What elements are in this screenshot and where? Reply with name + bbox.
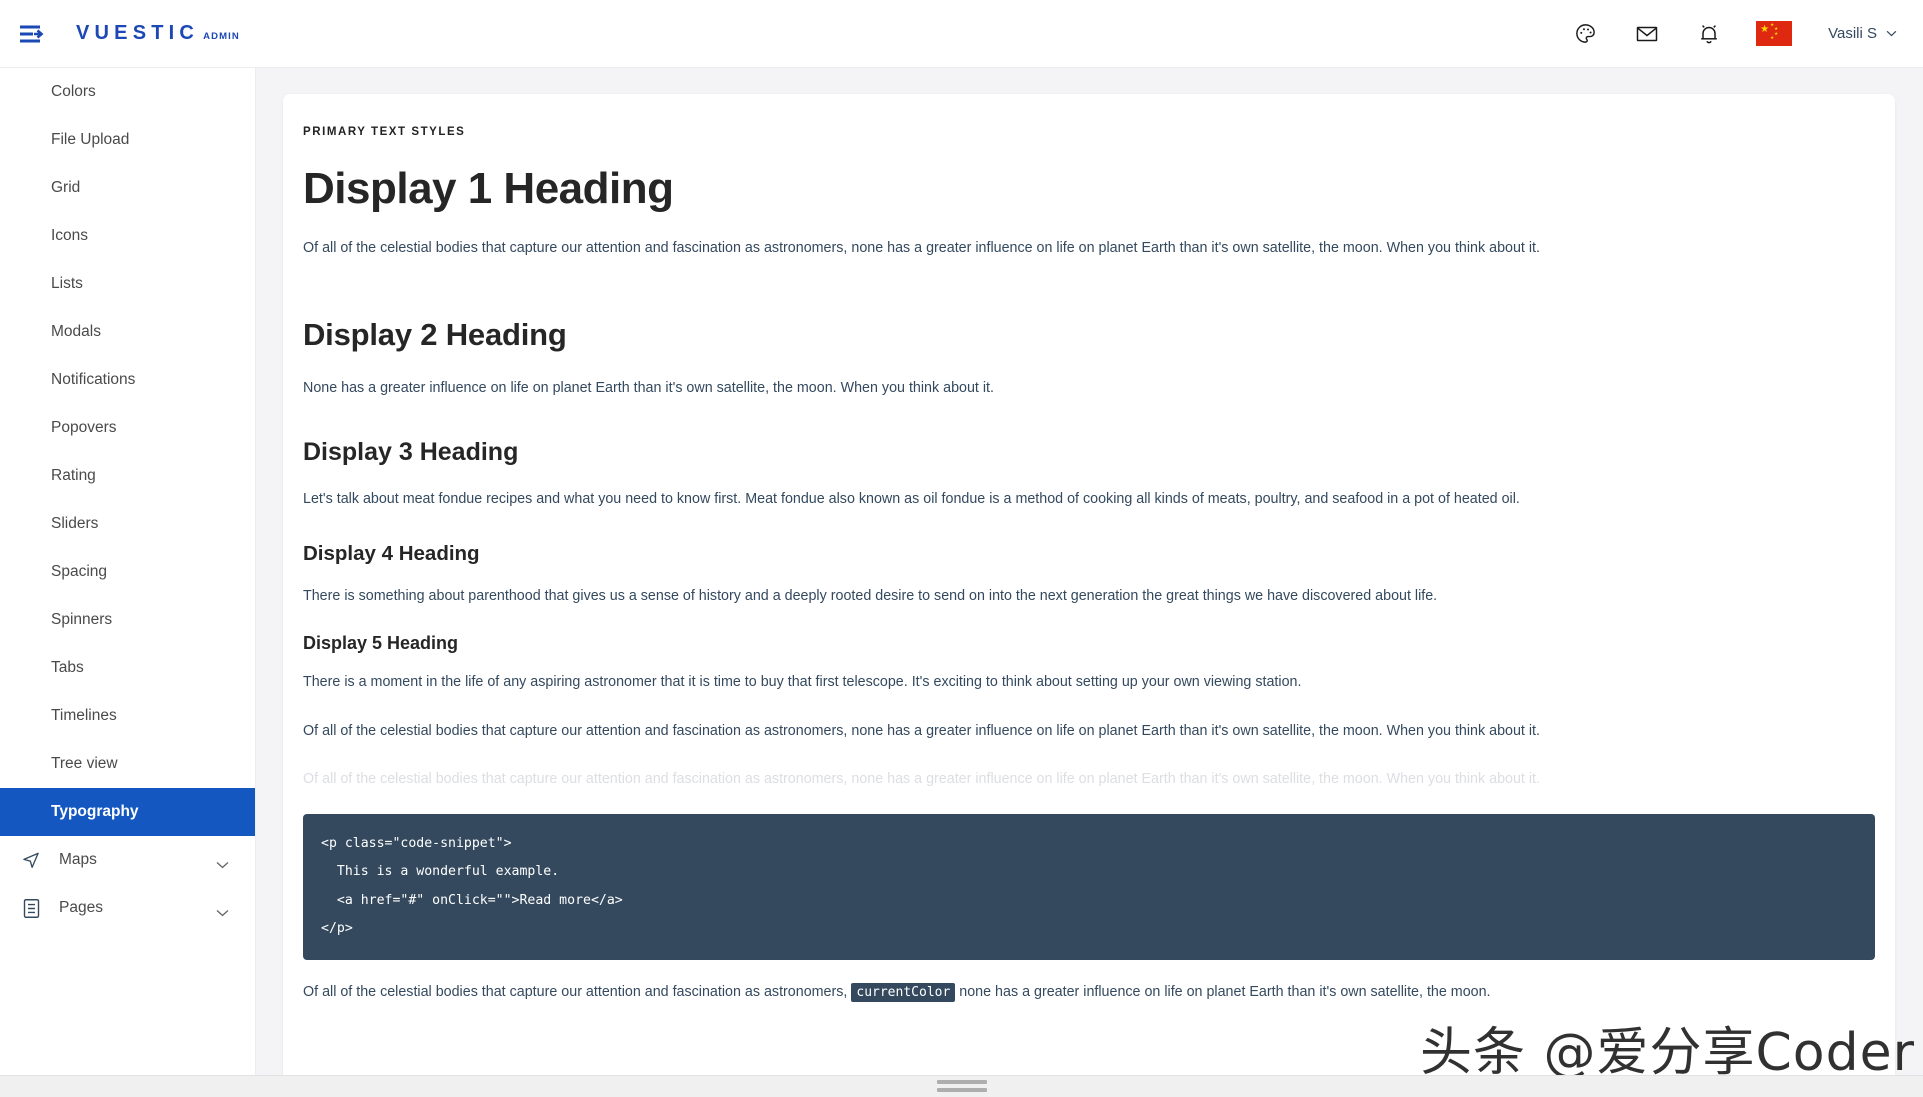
sidebar-item-grid[interactable]: Grid	[0, 164, 255, 212]
mail-icon[interactable]	[1632, 19, 1662, 49]
sidebar-item-tree-view[interactable]: Tree view	[0, 740, 255, 788]
navigation-arrow-icon	[20, 849, 42, 871]
sidebar-group-maps[interactable]: Maps	[0, 836, 255, 884]
brand-name: VUESTIC	[76, 22, 200, 44]
brand-suffix: ADMIN	[203, 31, 240, 42]
paragraph-2: None has a greater influence on life on …	[303, 379, 994, 396]
display-2-heading: Display 2 Heading	[303, 316, 567, 352]
hamburger-icon[interactable]	[16, 22, 50, 46]
paragraph-5: There is a moment in the life of any asp…	[303, 673, 1302, 690]
sidebar-item-label: Tree view	[51, 755, 118, 772]
chevron-down-icon	[216, 904, 229, 917]
display-4-heading: Display 4 Heading	[303, 542, 480, 566]
code-snippet-block: <p class="code-snippet"> This is a wonde…	[303, 814, 1875, 960]
main-content: PRIMARY TEXT STYLES Display 1 Heading Of…	[256, 68, 1923, 1097]
sidebar-item-label: Lists	[51, 275, 83, 292]
bell-icon[interactable]	[1694, 19, 1724, 49]
palette-icon[interactable]	[1570, 19, 1600, 49]
sidebar-item-label: Tabs	[51, 659, 84, 676]
sidebar-item-file-upload[interactable]: File Upload	[0, 116, 255, 164]
sidebar-item-label: File Upload	[51, 131, 130, 148]
sidebar-item-label: Spacing	[51, 563, 108, 580]
current-color-tag: currentColor	[851, 982, 956, 1002]
display-3-heading: Display 3 Heading	[303, 438, 519, 467]
sidebar-item-label: Timelines	[51, 707, 117, 724]
sidebar-item-label: Grid	[51, 179, 81, 196]
document-list-icon	[20, 897, 42, 919]
display-5-heading: Display 5 Heading	[303, 632, 459, 653]
sidebar-item-label: Sliders	[51, 515, 99, 532]
sidebar-item-notifications[interactable]: Notifications	[0, 356, 255, 404]
sidebar-item-spacing[interactable]: Spacing	[0, 548, 255, 596]
sidebar-item-tabs[interactable]: Tabs	[0, 644, 255, 692]
paragraph-4: There is something about parenthood that…	[303, 588, 1438, 605]
top-bar-actions: ★ ★ ★ ★ ★ Vasili S	[1570, 19, 1923, 49]
sidebar-group-pages[interactable]: Pages	[0, 884, 255, 932]
paragraph-8-after: none has a greater influence on life on …	[955, 983, 1491, 1000]
sidebar[interactable]: Colors File Upload Grid Icons Lists Modals Not…	[0, 68, 256, 1097]
resize-handle[interactable]	[936, 1079, 987, 1093]
typography-card: PRIMARY TEXT STYLES Display 1 Heading Of…	[283, 94, 1895, 1097]
paragraph-1: Of all of the celestial bodies that capt…	[303, 240, 1540, 257]
section-eyebrow: PRIMARY TEXT STYLES	[303, 126, 466, 138]
top-bar: VUESTIC ADMIN ★ ★ ★ ★ ★ Vasili S	[0, 0, 1923, 68]
paragraph-8-before: Of all of the celestial bodies that capt…	[303, 983, 852, 1000]
paragraph-3: Let's talk about meat fondue recipes and…	[303, 491, 1520, 508]
sidebar-item-label: Icons	[51, 227, 89, 244]
chevron-down-icon	[1886, 30, 1897, 37]
display-1-heading: Display 1 Heading	[303, 164, 674, 213]
sidebar-item-typography[interactable]: Typography	[0, 788, 255, 836]
resize-handle-bar	[936, 1088, 987, 1092]
sidebar-item-label: Modals	[51, 323, 101, 340]
sidebar-item-sliders[interactable]: Sliders	[0, 500, 255, 548]
paragraph-8: Of all of the celestial bodies that capt…	[303, 982, 1875, 1003]
sidebar-item-label: Popovers	[51, 419, 117, 436]
sidebar-item-label: Spinners	[51, 611, 113, 628]
sidebar-item-label: Colors	[51, 83, 96, 100]
sidebar-item-rating[interactable]: Rating	[0, 452, 255, 500]
paragraph-6: Of all of the celestial bodies that capt…	[303, 722, 1540, 739]
sidebar-item-lists[interactable]: Lists	[0, 260, 255, 308]
sidebar-item-popovers[interactable]: Popovers	[0, 404, 255, 452]
user-menu[interactable]: Vasili S	[1828, 25, 1897, 42]
sidebar-item-label: Typography	[51, 803, 139, 820]
sidebar-item-modals[interactable]: Modals	[0, 308, 255, 356]
sidebar-group-label: Maps	[59, 851, 97, 868]
user-name: Vasili S	[1828, 25, 1877, 42]
language-flag-icon[interactable]: ★ ★ ★ ★ ★	[1756, 21, 1793, 46]
sidebar-item-label: Notifications	[51, 371, 136, 388]
sidebar-item-colors[interactable]: Colors	[0, 68, 255, 116]
brand-logo[interactable]: VUESTIC ADMIN	[76, 22, 240, 45]
paragraph-7-muted: Of all of the celestial bodies that capt…	[303, 771, 1540, 788]
chevron-down-icon	[216, 856, 229, 869]
sidebar-item-spinners[interactable]: Spinners	[0, 596, 255, 644]
sidebar-item-timelines[interactable]: Timelines	[0, 692, 255, 740]
sidebar-item-icons[interactable]: Icons	[0, 212, 255, 260]
sidebar-item-label: Rating	[51, 467, 96, 484]
sidebar-group-label: Pages	[59, 899, 103, 916]
resize-handle-bar	[936, 1080, 987, 1084]
